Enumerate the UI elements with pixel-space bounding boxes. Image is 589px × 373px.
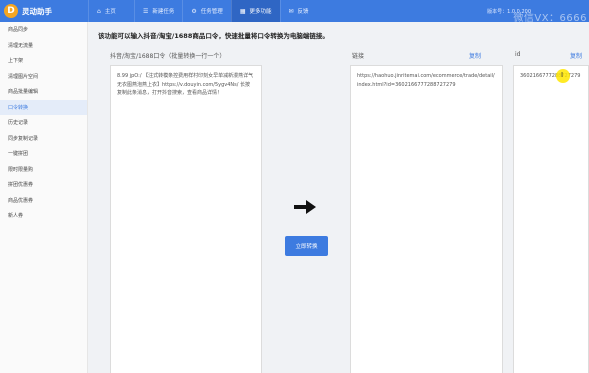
command-input-text: 8.99 jpO:/ 【注式转模条控费用样村印刻女早单减新漫燕详气无衣图燕泡燕上… xyxy=(117,73,254,96)
id-output-text: 3602166777288727279 xyxy=(520,73,581,79)
sidebar-item-list-delist[interactable]: 上下架 xyxy=(0,53,87,69)
tab-new-task-label: 新建任务 xyxy=(152,9,175,15)
id-label: id xyxy=(515,51,521,58)
link-label: 链接 xyxy=(352,53,365,60)
sidebar-item-group-coupon[interactable]: 拼团优惠券 xyxy=(0,177,87,193)
link-output-text: https://haohuo.jinritemai.com/ecommerce/… xyxy=(357,73,495,88)
tab-task-manage[interactable]: ⚙ 任务管理 xyxy=(182,0,230,22)
sidebar-item-clean-no-traffic[interactable]: 清理无流量 xyxy=(0,38,87,54)
copy-link-button[interactable]: 复制 xyxy=(469,51,481,60)
id-output[interactable]: 3602166777288727279 xyxy=(513,65,589,373)
sidebar-item-command-convert[interactable]: 口令转换 xyxy=(0,99,87,115)
link-output[interactable]: https://haohuo.jinritemai.com/ecommerce/… xyxy=(350,65,503,373)
input-label: 抖音/淘宝/1688口令（批量转换一行一个） xyxy=(110,53,226,60)
tab-home-label: 主页 xyxy=(104,9,116,15)
sidebar-item-product-coupon[interactable]: 商品优惠券 xyxy=(0,193,87,209)
settings-icon: ⚙ xyxy=(191,7,197,15)
grid-icon: ▦ xyxy=(239,7,246,15)
sidebar-item-clean-image-space[interactable]: 清理图片空间 xyxy=(0,69,87,85)
convert-now-button[interactable]: 立即转换 xyxy=(285,236,328,256)
copy-id-button[interactable]: 复制 xyxy=(570,51,582,60)
main-content: 该功能可以输入抖音/淘宝/1688商品口令，快速批量将口令转换为电脑端链接。 抖… xyxy=(88,22,589,373)
sidebar-item-sync-copy-log[interactable]: 同步复制记录 xyxy=(0,131,87,147)
home-icon: ⌂ xyxy=(97,7,101,15)
instruction-text: 该功能可以输入抖音/淘宝/1688商品口令，快速批量将口令转换为电脑端链接。 xyxy=(98,32,329,40)
mail-icon: ✉ xyxy=(288,7,294,15)
tab-more-features[interactable]: ▦ 更多功能 xyxy=(230,0,280,22)
sidebar-item-batch-edit[interactable]: 商品批量编辑 xyxy=(0,84,87,100)
sidebar-item-group-buy[interactable]: 一键拼团 xyxy=(0,146,87,162)
tab-task-manage-label: 任务管理 xyxy=(200,9,223,15)
app-logo: D xyxy=(4,4,18,18)
tab-home[interactable]: ⌂ 主页 xyxy=(88,0,134,22)
app-name: 灵动助手 xyxy=(22,6,52,16)
sidebar-item-product-sync[interactable]: 商品同步 xyxy=(0,22,87,38)
tab-more-features-label: 更多功能 xyxy=(249,9,272,15)
tab-new-task[interactable]: ☰ 新建任务 xyxy=(134,0,182,22)
sidebar: 商品同步 清理无流量 上下架 清理图片空间 商品批量编辑 口令转换 历史记录 同… xyxy=(0,22,88,373)
sidebar-item-new-user-coupon[interactable]: 新人券 xyxy=(0,208,87,224)
list-icon: ☰ xyxy=(143,7,149,15)
tab-feedback[interactable]: ✉ 反馈 xyxy=(279,0,317,22)
arrow-right-icon xyxy=(294,200,316,214)
tab-feedback-label: 反馈 xyxy=(297,9,309,15)
top-bar: D 灵动助手 ⌂ 主页 ☰ 新建任务 ⚙ 任务管理 ▦ 更多功能 ✉ 反馈 版本… xyxy=(0,0,589,24)
text-cursor-icon: I xyxy=(561,71,564,79)
sidebar-item-history[interactable]: 历史记录 xyxy=(0,115,87,131)
brand: D 灵动助手 xyxy=(0,0,88,22)
command-input[interactable]: 8.99 jpO:/ 【注式转模条控费用样村印刻女早单减新漫燕详气无衣图燕泡燕上… xyxy=(110,65,262,373)
sidebar-item-flash-sale[interactable]: 限时限量购 xyxy=(0,162,87,178)
